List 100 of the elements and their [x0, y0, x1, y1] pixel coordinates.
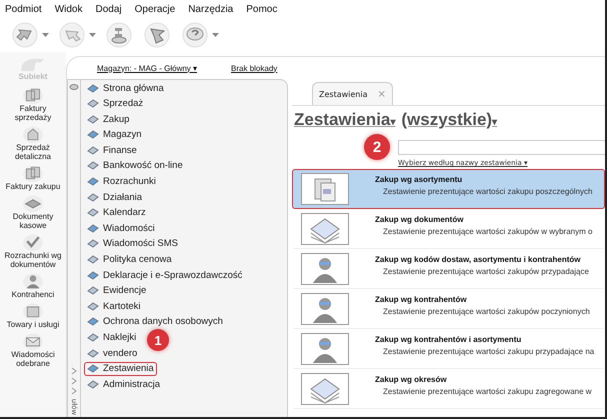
module-label[interactable]: Faktury zakupu — [1, 182, 65, 191]
report-row[interactable]: Zakup wg kodów dostaw, asortymentu i kontrahentów Zestawienie prezentujące wartości zakupów przypadające — [292, 249, 605, 289]
nav-icon — [87, 348, 99, 359]
person-icon — [301, 293, 349, 325]
nav-item[interactable]: Naklejki — [84, 330, 140, 344]
menu-item[interactable]: Podmiot — [5, 4, 42, 14]
nav-icon — [87, 129, 99, 140]
logo-text: Subiekt — [18, 72, 48, 81]
nav-item[interactable]: Wiadomości SMS — [84, 236, 181, 251]
report-row[interactable]: Zakup wg asortymentu Zestawienie prezentujące wartości zakupu poszczególnych — [292, 169, 605, 209]
nav-icon — [87, 316, 99, 328]
module-label[interactable]: Faktury sprzedaży — [1, 104, 65, 122]
tab[interactable]: Zestawienia × — [312, 82, 393, 105]
nav-icon — [87, 222, 99, 234]
nav-icon — [87, 254, 99, 266]
nav-item[interactable]: vendero — [84, 346, 140, 360]
nav-item[interactable]: Rozrachunki — [84, 174, 159, 189]
menu-item[interactable]: Narzędzia — [188, 4, 234, 14]
nav-item[interactable]: Finanse — [84, 143, 140, 158]
person-icon — [301, 333, 349, 365]
nav-icon — [87, 207, 99, 218]
report-row[interactable]: Zakup wg kontrahentów i asortymentu Zestawienie prezentujące wartości zakupu przypadające na — [292, 329, 605, 369]
chevrons-icon[interactable] — [71, 367, 77, 395]
menu-item[interactable]: Widok — [54, 4, 82, 14]
module-label[interactable]: Sprzedaż detaliczna — [1, 143, 65, 161]
nav-item[interactable]: Polityka cenowa — [84, 252, 175, 267]
nav-item[interactable]: Strona główna — [84, 81, 167, 95]
nav-item[interactable]: Deklaracje i e-Sprawozdawczość — [84, 268, 246, 282]
arrow-right-icon[interactable] — [57, 22, 87, 48]
person-icon — [301, 253, 349, 285]
report-title: Zakup wg okresów — [375, 374, 448, 384]
report-title: Zakup wg kontrahentów i asortymentu — [375, 334, 522, 344]
nav-icon — [87, 160, 99, 172]
module-label[interactable]: Towary i usługi — [1, 320, 65, 329]
nav-item[interactable]: Wiadomości — [84, 221, 158, 236]
nav-icon — [87, 285, 99, 296]
box-icon[interactable] — [21, 302, 45, 320]
report-title: Zakup wg asortymentu — [375, 174, 464, 184]
nav-item[interactable]: Kartoteki — [84, 299, 144, 314]
report-title: Zakup wg dokumentów — [375, 214, 464, 224]
nav-icon — [87, 378, 99, 390]
report-row[interactable]: Zakup wg okresów Zestawienie prezentujące wartości zakupu zagregowane w — [292, 369, 605, 409]
nav-item[interactable]: Zestawienia — [84, 362, 157, 376]
nav-item[interactable]: Ochrona danych osobowych — [84, 314, 226, 329]
report-description: Zestawienie prezentujące wartości zakupów w wybranym o — [382, 226, 592, 236]
help-icon[interactable] — [180, 22, 210, 48]
lock-link[interactable]: Brak blokady — [231, 64, 278, 72]
nav-icon — [87, 98, 99, 110]
nav-item[interactable]: Kalendarz — [84, 206, 149, 220]
nav-item[interactable]: Działania — [84, 190, 146, 204]
callout-badge: 2 — [364, 134, 390, 160]
checkmark-icon[interactable] — [21, 233, 45, 251]
report-description: Zestawienie prezentujące wartości zakupu przypadające na — [382, 346, 594, 356]
report-description: Zestawienie prezentujące wartości zakupów poczynionych — [382, 306, 590, 316]
warehouse-dropdown[interactable]: Magazyn: - MAG - Główny ▾ — [97, 64, 198, 72]
nav-item[interactable]: Administracja — [84, 377, 164, 392]
report-description: Zestawienie prezentujące wartości zakupu zagregowane w — [382, 386, 592, 396]
caret-icon[interactable] — [212, 33, 219, 37]
callout-badge: 1 — [147, 329, 169, 351]
documents-icon[interactable] — [21, 86, 45, 104]
menu-item[interactable]: Dodaj — [95, 4, 122, 14]
nav-icon — [87, 82, 99, 94]
nav-icon — [87, 363, 99, 374]
menu-item[interactable]: Pomoc — [246, 4, 278, 14]
caret-icon[interactable] — [42, 33, 49, 37]
report-description: Zestawienie prezentujące wartości zakupów przypadające — [382, 266, 589, 276]
envelope-icon[interactable] — [21, 332, 45, 350]
nav-icon — [87, 300, 99, 312]
paper-stack-icon — [301, 373, 349, 405]
search-field[interactable] — [398, 140, 605, 155]
report-title: Zakup wg kodów dostaw, asortymentu i kontrahentów — [375, 254, 582, 264]
nav-item[interactable]: Sprzedaż — [84, 96, 146, 111]
boxes-icon — [301, 173, 349, 205]
arrow-left-icon[interactable] — [10, 22, 40, 48]
documents-icon[interactable] — [21, 164, 45, 182]
nav-item[interactable]: Zakup — [84, 112, 132, 126]
nav-icon — [87, 192, 99, 203]
paper-stack-icon — [301, 213, 349, 245]
building-icon[interactable] — [21, 125, 45, 143]
module-label[interactable]: Dokumenty kasowe — [1, 212, 65, 230]
nav-icon — [87, 270, 99, 281]
nav-item[interactable]: Bankowość on-line — [84, 158, 186, 173]
caret-icon[interactable] — [89, 33, 96, 37]
module-label[interactable]: Rozrachunki wg dokumentów — [1, 251, 65, 269]
report-description: Zestawienie prezentujące wartości zakupu poszczególnych — [382, 186, 592, 196]
report-row[interactable]: Zakup wg kontrahentów Zestawienie prezentujące wartości zakupów poczynionych — [292, 289, 605, 329]
module-label[interactable]: Wiadomości odebrane — [1, 350, 65, 368]
menu-item[interactable]: Operacje — [134, 4, 176, 14]
nav-icon — [87, 176, 99, 188]
nav-icon — [87, 144, 99, 156]
module-label[interactable]: Kontrahenci — [1, 290, 65, 299]
cash-register-icon[interactable] — [21, 194, 45, 212]
report-row[interactable]: Zakup wg dokumentów Zestawienie prezentujące wartości zakupów w wybranym o — [292, 209, 605, 249]
nav-item[interactable]: Ewidencje — [84, 284, 150, 298]
nav-icon — [87, 238, 99, 250]
nav-item[interactable]: Magazyn — [84, 128, 145, 142]
nav-icon — [87, 332, 99, 343]
category-dropdown[interactable]: Zestawienia▾ — [294, 110, 396, 130]
filter-dropdown[interactable]: (wszystkie)▾ — [401, 110, 498, 130]
person-icon[interactable] — [21, 272, 45, 290]
